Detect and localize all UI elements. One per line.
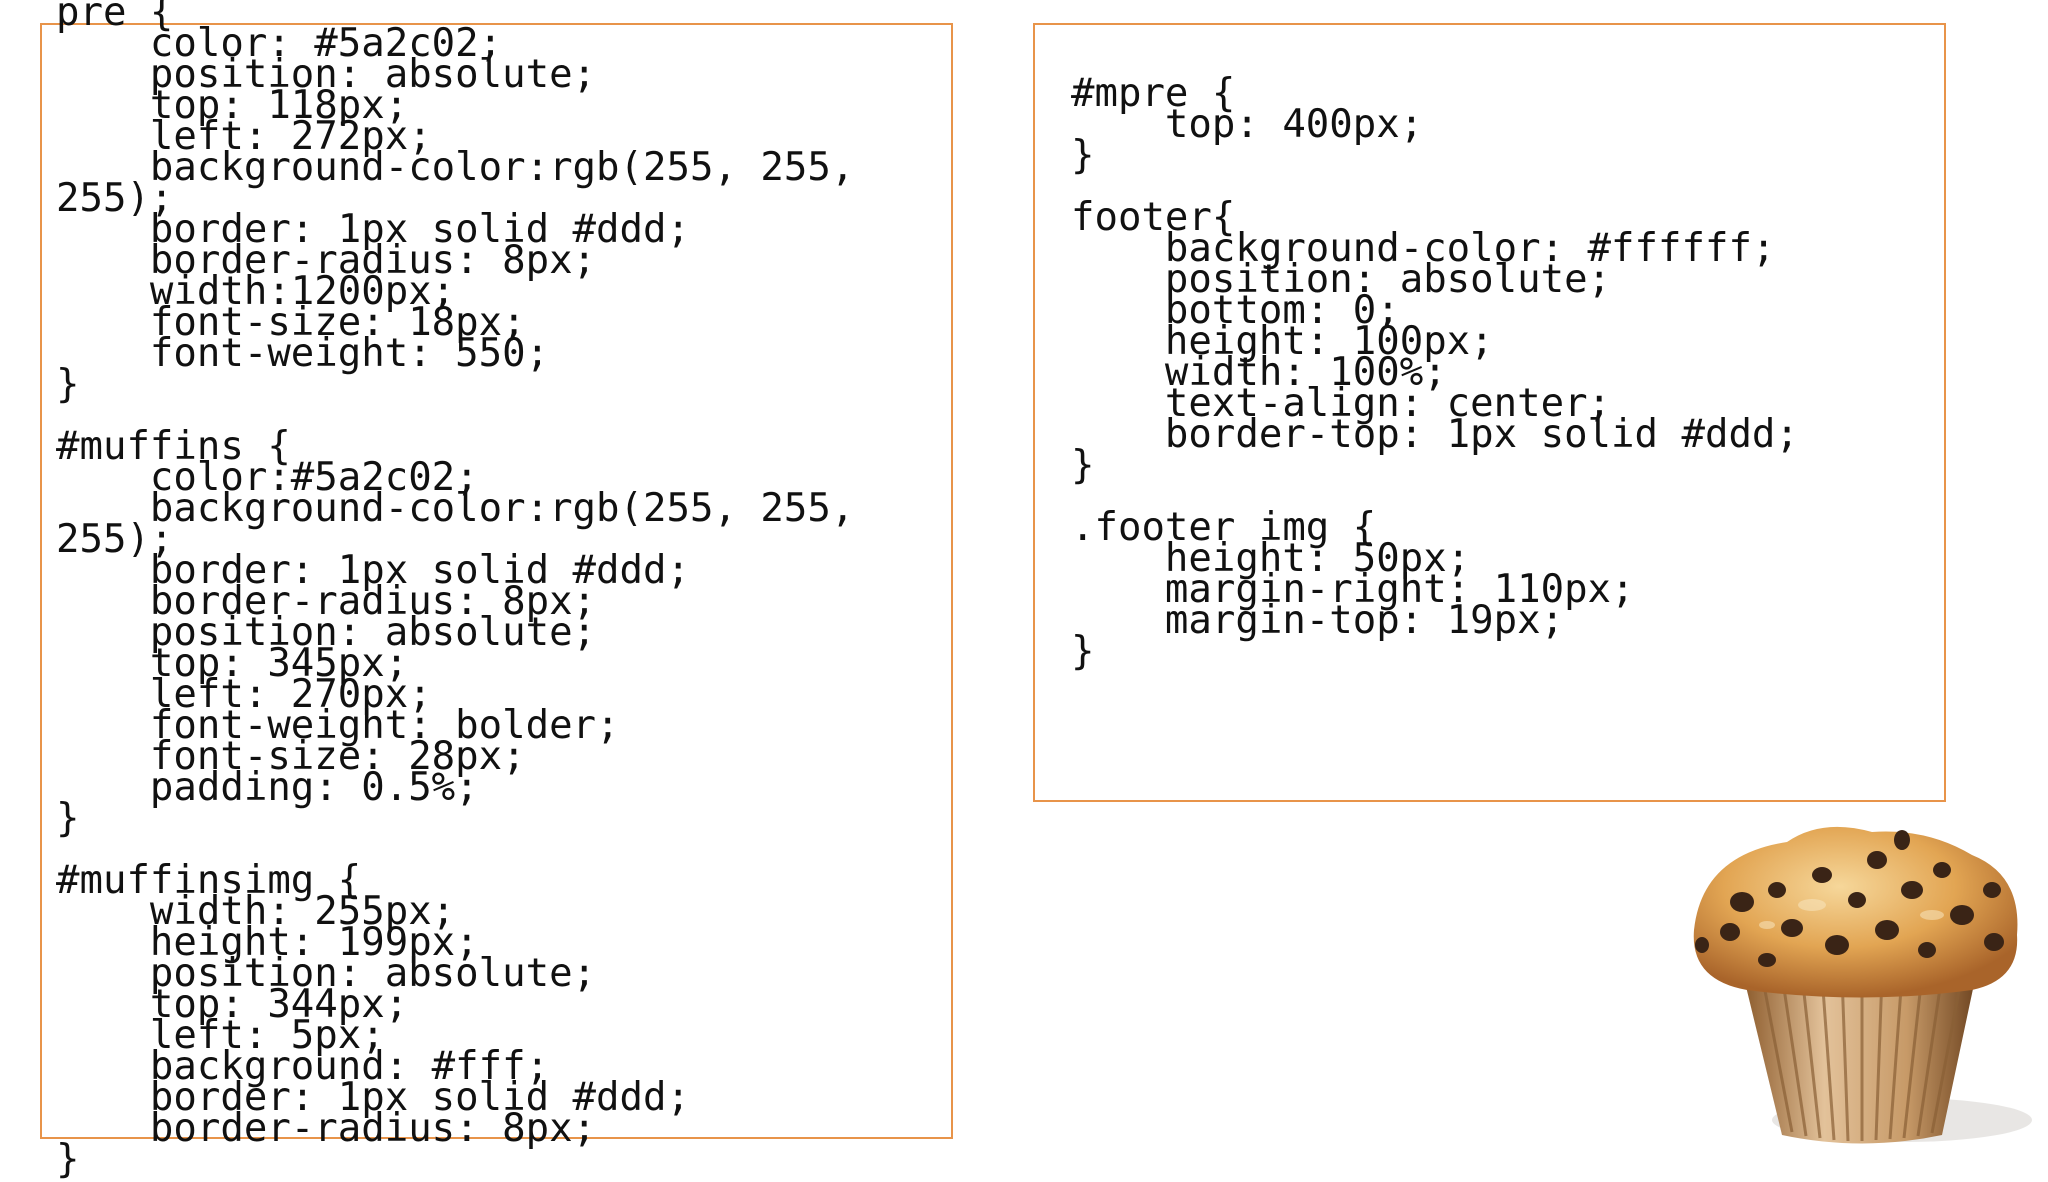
muffin-illustration: [1693, 826, 2032, 1144]
css-code-right: #mpre { top: 400px; } footer{ background…: [1071, 71, 1799, 674]
css-code-left: pre { color: #5a2c02; position: absolute…: [56, 0, 855, 1182]
